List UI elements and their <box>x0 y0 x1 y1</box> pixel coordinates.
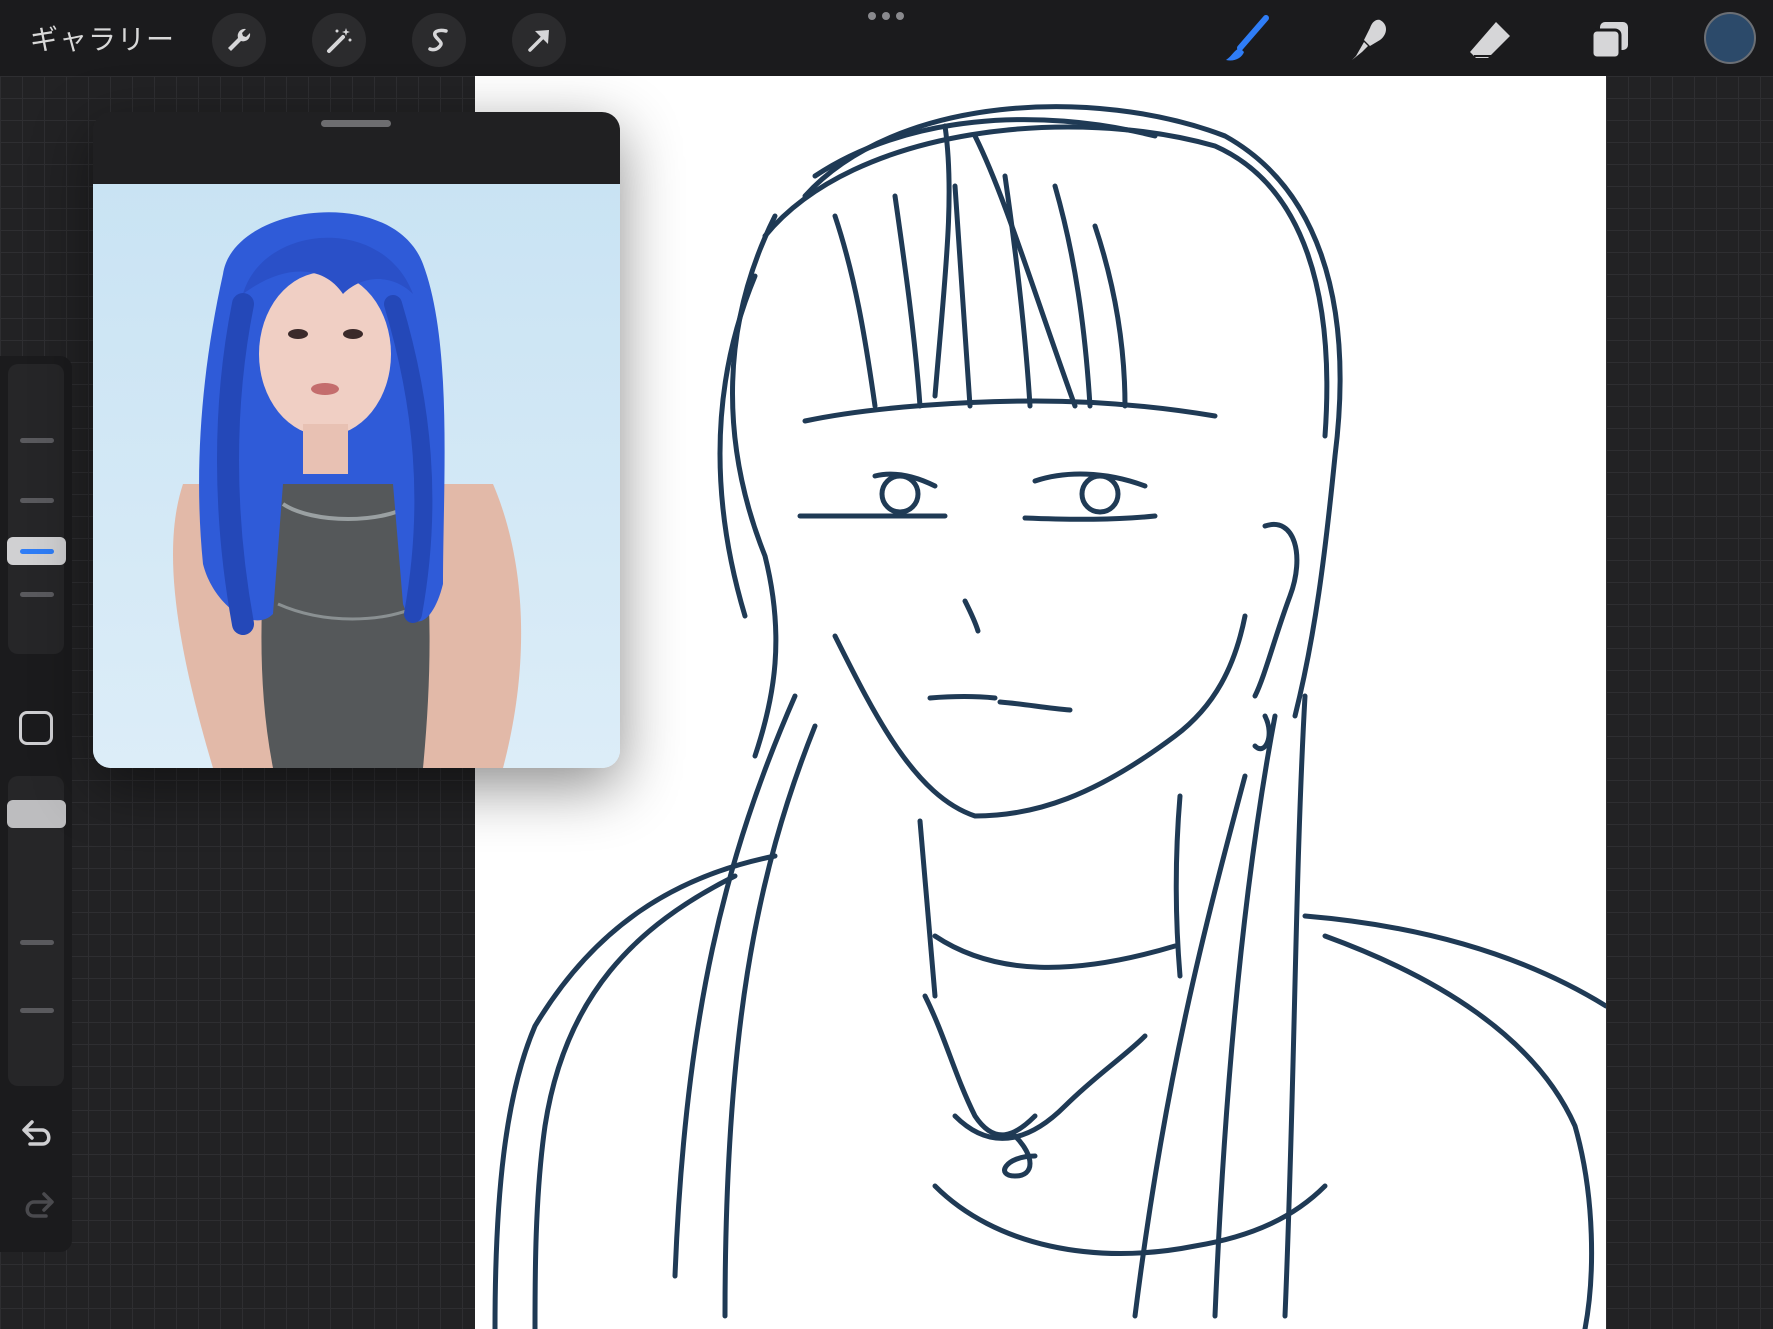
modify-square-icon[interactable] <box>19 711 53 745</box>
gallery-button[interactable]: ギャラリー <box>30 18 175 58</box>
left-sidebar <box>0 356 72 1252</box>
smudge-tool-button[interactable] <box>1340 12 1396 68</box>
slider-tick <box>20 438 54 443</box>
active-size-indicator <box>20 549 54 554</box>
reference-window[interactable] <box>93 112 620 768</box>
adjustments-button[interactable] <box>312 13 366 67</box>
drag-handle[interactable] <box>321 120 391 127</box>
actions-button[interactable] <box>212 13 266 67</box>
undo-icon[interactable] <box>18 1114 58 1154</box>
slider-tick <box>20 940 54 945</box>
layers-icon <box>1590 22 1628 60</box>
more-options-icon[interactable] <box>866 8 906 24</box>
smudge-icon <box>1352 19 1386 60</box>
opacity-thumb[interactable] <box>7 800 66 828</box>
brush-tool-button[interactable] <box>1218 12 1274 68</box>
color-picker-button[interactable] <box>1704 12 1756 64</box>
drawing-canvas[interactable] <box>475 76 1606 1329</box>
reference-photo <box>93 184 620 768</box>
slider-tick <box>20 592 54 597</box>
redo-icon[interactable] <box>18 1186 58 1226</box>
selection-icon <box>428 28 448 52</box>
slider-tick <box>20 498 54 503</box>
top-toolbar: ギャラリー <box>0 0 1773 76</box>
sketch-drawing <box>492 104 1606 1329</box>
eraser-tool-button[interactable] <box>1462 12 1518 68</box>
brush-icon <box>1226 15 1269 61</box>
transform-button[interactable] <box>512 13 566 67</box>
wrench-icon <box>228 28 251 51</box>
transform-arrow-icon <box>528 30 549 52</box>
selection-button[interactable] <box>412 13 466 67</box>
brush-size-slider[interactable] <box>8 364 64 654</box>
layers-button[interactable] <box>1582 12 1638 68</box>
slider-tick <box>20 1008 54 1013</box>
reference-portrait <box>93 184 620 768</box>
magic-wand-icon <box>327 28 352 53</box>
eraser-icon <box>1470 22 1510 58</box>
